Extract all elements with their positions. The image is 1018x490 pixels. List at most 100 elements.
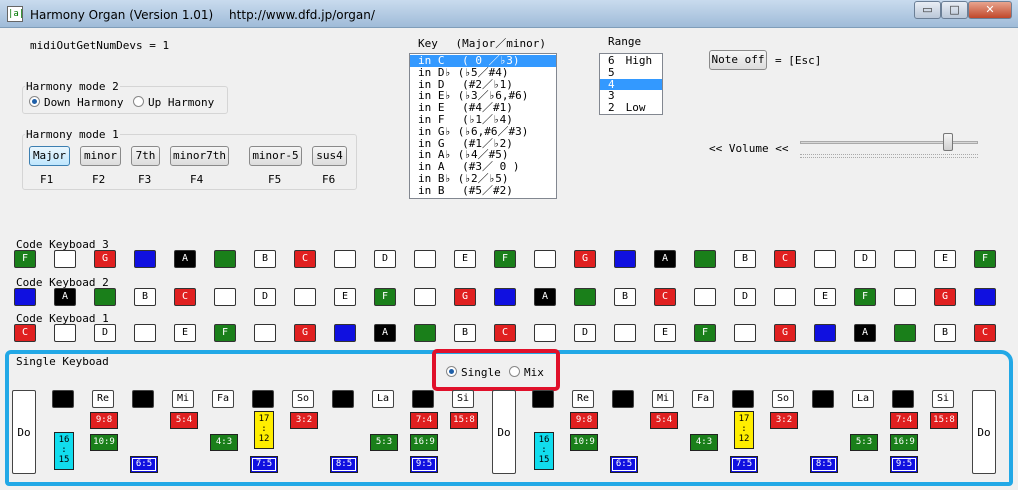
code-key[interactable]: A xyxy=(854,324,876,342)
code-key[interactable]: G xyxy=(574,250,596,268)
code-key[interactable]: F xyxy=(494,250,516,268)
white-key[interactable]: So xyxy=(292,390,314,408)
black-key[interactable] xyxy=(332,390,354,408)
code-key[interactable]: E xyxy=(654,324,676,342)
code-key[interactable] xyxy=(414,288,436,306)
code-key[interactable] xyxy=(334,250,356,268)
code-key[interactable]: B xyxy=(934,324,956,342)
code-key[interactable] xyxy=(534,324,556,342)
black-key[interactable] xyxy=(812,390,834,408)
code-key[interactable] xyxy=(534,250,556,268)
code-key[interactable] xyxy=(894,250,916,268)
white-key[interactable]: Fa xyxy=(692,390,714,408)
mix-radio[interactable]: Mix xyxy=(509,366,544,379)
white-key[interactable]: So xyxy=(772,390,794,408)
up-harmony-radio[interactable]: Up Harmony xyxy=(133,96,214,109)
white-key[interactable]: Re xyxy=(92,390,114,408)
code-key[interactable] xyxy=(254,324,276,342)
code-key[interactable]: F xyxy=(374,288,396,306)
code-key[interactable] xyxy=(214,250,236,268)
code-key[interactable]: D xyxy=(734,288,756,306)
code-key[interactable] xyxy=(814,250,836,268)
black-key[interactable] xyxy=(132,390,154,408)
maximize-button[interactable]: □ xyxy=(941,1,968,19)
code-key[interactable]: E xyxy=(934,250,956,268)
code-key[interactable]: F xyxy=(214,324,236,342)
code-key[interactable]: B xyxy=(614,288,636,306)
code-key[interactable]: E xyxy=(454,250,476,268)
code-key[interactable] xyxy=(894,288,916,306)
white-key[interactable]: Si xyxy=(452,390,474,408)
black-key[interactable] xyxy=(732,390,754,408)
code-key[interactable] xyxy=(614,324,636,342)
code-key[interactable] xyxy=(494,288,516,306)
key-listbox[interactable]: in C ( 0 ／♭3) in D♭ (♭5／#4) in D (#2／♭1) in… xyxy=(409,53,557,199)
do-key[interactable]: Do xyxy=(12,390,36,474)
code-key[interactable]: D xyxy=(374,250,396,268)
minor7th-button[interactable]: minor7th xyxy=(170,146,229,166)
code-key[interactable] xyxy=(414,250,436,268)
note-off-button[interactable]: Note off xyxy=(709,50,767,70)
key-option[interactable]: in F (♭1／♭4) xyxy=(410,114,556,126)
7th-button[interactable]: 7th xyxy=(131,146,160,166)
code-key[interactable]: C xyxy=(654,288,676,306)
code-key[interactable] xyxy=(734,324,756,342)
code-key[interactable]: F xyxy=(14,250,36,268)
code-key[interactable]: B xyxy=(134,288,156,306)
black-key[interactable] xyxy=(532,390,554,408)
white-key[interactable]: Si xyxy=(932,390,954,408)
black-key[interactable] xyxy=(252,390,274,408)
code-key[interactable]: D xyxy=(94,324,116,342)
code-key[interactable]: A xyxy=(534,288,556,306)
key-option[interactable]: in G♭ (♭6,#6／#3) xyxy=(410,125,556,138)
code-key[interactable]: C xyxy=(294,250,316,268)
range-option[interactable]: 2 Low xyxy=(600,102,662,114)
code-key[interactable] xyxy=(134,250,156,268)
single-radio[interactable]: Single xyxy=(446,366,501,379)
black-key[interactable] xyxy=(892,390,914,408)
volume-slider-thumb[interactable] xyxy=(942,133,953,151)
key-option[interactable]: in B♭ (♭2／♭5) xyxy=(410,173,556,185)
key-option[interactable]: in D♭ (♭5／#4) xyxy=(410,66,556,79)
close-button[interactable]: ✕ xyxy=(968,1,1012,19)
code-key[interactable] xyxy=(894,324,916,342)
code-key[interactable]: E xyxy=(174,324,196,342)
code-key[interactable]: D xyxy=(854,250,876,268)
code-key[interactable]: C xyxy=(974,324,996,342)
code-key[interactable]: D xyxy=(574,324,596,342)
code-key[interactable] xyxy=(294,288,316,306)
code-key[interactable] xyxy=(774,288,796,306)
code-key[interactable]: A xyxy=(174,250,196,268)
code-key[interactable]: D xyxy=(254,288,276,306)
code-key[interactable] xyxy=(334,324,356,342)
white-key[interactable]: Fa xyxy=(212,390,234,408)
code-key[interactable] xyxy=(14,288,36,306)
major-button[interactable]: Major xyxy=(29,146,70,166)
code-key[interactable] xyxy=(694,250,716,268)
do-key[interactable]: Do xyxy=(972,390,996,474)
black-key[interactable] xyxy=(52,390,74,408)
minimize-button[interactable]: ▭ xyxy=(914,1,941,19)
black-key[interactable] xyxy=(412,390,434,408)
white-key[interactable]: Mi xyxy=(172,390,194,408)
black-key[interactable] xyxy=(612,390,634,408)
code-key[interactable] xyxy=(814,324,836,342)
key-option[interactable]: in B (#5／#2) xyxy=(410,184,556,197)
white-key[interactable]: La xyxy=(372,390,394,408)
code-key[interactable]: G xyxy=(934,288,956,306)
code-key[interactable] xyxy=(94,288,116,306)
code-key[interactable]: B xyxy=(734,250,756,268)
code-key[interactable] xyxy=(214,288,236,306)
code-key[interactable]: A xyxy=(654,250,676,268)
minor-5-button[interactable]: minor-5 xyxy=(249,146,302,166)
code-key[interactable] xyxy=(974,288,996,306)
white-key[interactable]: La xyxy=(852,390,874,408)
code-key[interactable] xyxy=(414,324,436,342)
code-key[interactable]: F xyxy=(854,288,876,306)
code-key[interactable]: F xyxy=(694,324,716,342)
code-key[interactable]: G xyxy=(94,250,116,268)
do-key[interactable]: Do xyxy=(492,390,516,474)
code-key[interactable]: B xyxy=(254,250,276,268)
minor-button[interactable]: minor xyxy=(80,146,121,166)
white-key[interactable]: Re xyxy=(572,390,594,408)
